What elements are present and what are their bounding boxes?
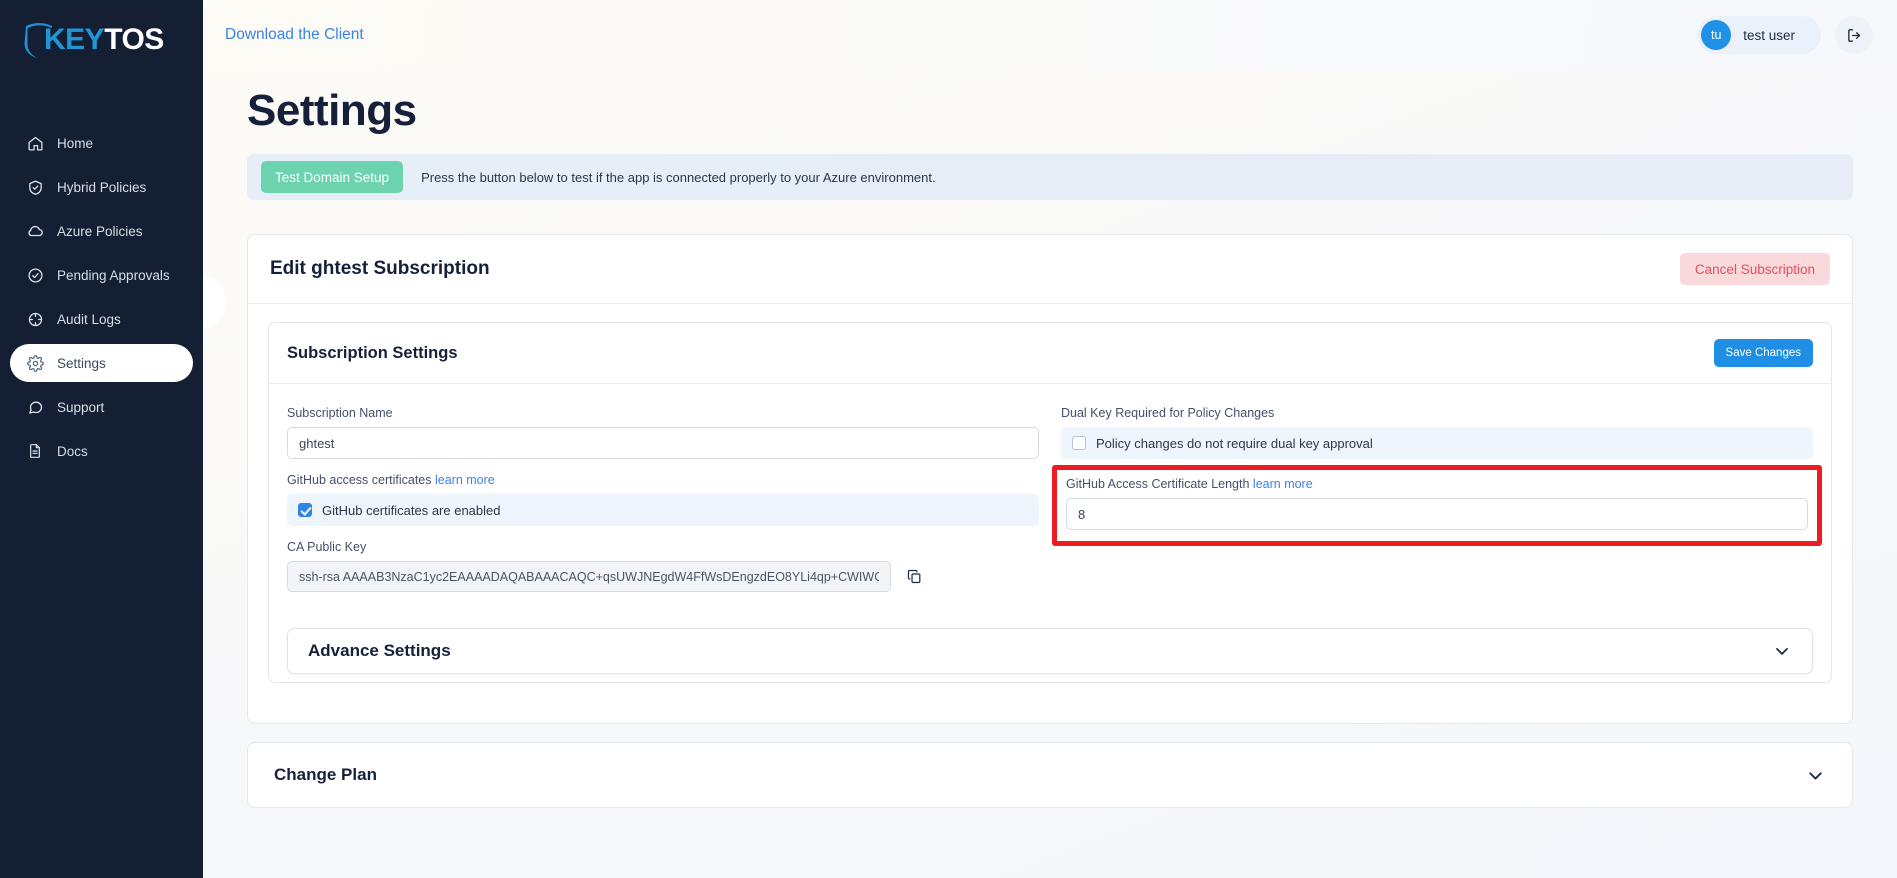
logo-text-key: KEY	[44, 23, 105, 56]
dual-key-checkbox-label: Policy changes do not require dual key a…	[1096, 435, 1373, 451]
ca-public-key-input[interactable]	[287, 561, 891, 592]
subscription-settings-card: Subscription Settings Save Changes Subsc…	[268, 322, 1832, 683]
certificate-length-label-text: GitHub Access Certificate Length	[1066, 477, 1250, 491]
advance-settings-label: Advance Settings	[308, 641, 451, 660]
sidebar: KEYTOS Home Hybrid Policies Azure Polici…	[0, 0, 225, 878]
user-menu[interactable]: tu test user	[1697, 16, 1821, 54]
change-plan-accordion[interactable]: Change Plan	[247, 742, 1853, 808]
chat-bubble-icon	[24, 396, 46, 418]
chevron-down-icon	[1809, 771, 1822, 779]
logout-button[interactable]	[1835, 16, 1873, 54]
form-column-right: Dual Key Required for Policy Changes Pol…	[1052, 406, 1822, 606]
cancel-subscription-button[interactable]: Cancel Subscription	[1679, 253, 1830, 285]
sidebar-item-label: Home	[57, 135, 94, 151]
subscription-name-label: Subscription Name	[287, 406, 393, 420]
subscription-settings-header: Subscription Settings Save Changes	[269, 323, 1831, 384]
gear-icon	[24, 352, 46, 374]
sidebar-item-label: Support	[57, 399, 105, 415]
change-plan-label: Change Plan	[274, 765, 377, 784]
check-circle-icon	[24, 264, 46, 286]
subscription-panel-title: Edit ghtest Subscription	[270, 258, 490, 279]
certificate-length-highlight: GitHub Access Certificate Length learn m…	[1052, 465, 1822, 546]
sidebar-item-audit-logs[interactable]: Audit Logs	[10, 300, 193, 338]
logo-text-tos: TOS	[104, 23, 164, 56]
save-changes-button[interactable]: Save Changes	[1713, 339, 1813, 367]
certificate-length-field: GitHub Access Certificate Length learn m…	[1066, 477, 1808, 530]
github-access-certificates-label-text: GitHub access certificates	[287, 473, 432, 487]
topbar: Download the Client tu test user	[203, 0, 1897, 70]
certificate-length-input[interactable]	[1066, 498, 1808, 530]
subscription-settings-title: Subscription Settings	[287, 343, 458, 362]
github-access-certificates-learn-more-link[interactable]: learn more	[435, 473, 495, 487]
download-client-link[interactable]: Download the Client	[225, 26, 364, 44]
dual-key-checkbox-row[interactable]: Policy changes do not require dual key a…	[1061, 427, 1813, 459]
github-access-certificates-label: GitHub access certificates learn more	[287, 473, 1039, 487]
chevron-down-icon	[1776, 648, 1788, 655]
page-content: Settings Test Domain Setup Press the but…	[203, 70, 1897, 808]
certificate-length-learn-more-link[interactable]: learn more	[1253, 477, 1313, 491]
test-domain-description: Press the button below to test if the ap…	[421, 169, 936, 185]
dual-key-field: Dual Key Required for Policy Changes Pol…	[1061, 406, 1813, 459]
sidebar-item-label: Settings	[57, 355, 106, 371]
subscription-panel: Edit ghtest Subscription Cancel Subscrip…	[247, 234, 1853, 724]
shield-check-icon	[24, 176, 46, 198]
subscription-settings-form: Subscription Name GitHub access certific…	[269, 384, 1831, 614]
user-name: test user	[1743, 27, 1795, 43]
sidebar-item-label: Docs	[57, 443, 88, 459]
home-icon	[24, 132, 46, 154]
github-access-certificates-field: GitHub access certificates learn more Gi…	[287, 473, 1039, 526]
form-column-left: Subscription Name GitHub access certific…	[287, 406, 1039, 606]
test-domain-banner: Test Domain Setup Press the button below…	[247, 154, 1853, 200]
logout-icon	[1847, 28, 1860, 42]
advance-settings-accordion[interactable]: Advance Settings	[287, 628, 1813, 674]
github-certificates-enabled-checkbox[interactable]	[298, 503, 312, 517]
subscription-name-field: Subscription Name	[287, 406, 1039, 459]
sidebar-item-hybrid-policies[interactable]: Hybrid Policies	[10, 168, 193, 206]
audit-circle-icon	[24, 308, 46, 330]
subscription-panel-header: Edit ghtest Subscription Cancel Subscrip…	[248, 235, 1852, 304]
page-title: Settings	[247, 86, 417, 135]
github-certificates-enabled-label: GitHub certificates are enabled	[322, 502, 501, 518]
dual-key-checkbox[interactable]	[1072, 436, 1086, 450]
sidebar-item-label: Pending Approvals	[57, 267, 170, 283]
document-icon	[24, 440, 46, 462]
github-certificates-enabled-row[interactable]: GitHub certificates are enabled	[287, 494, 1039, 526]
sidebar-item-pending-approvals[interactable]: Pending Approvals	[10, 256, 193, 294]
subscription-panel-body: Subscription Settings Save Changes Subsc…	[248, 304, 1852, 723]
avatar: tu	[1701, 20, 1732, 50]
main-area: Download the Client tu test user Setting…	[203, 0, 1897, 878]
sidebar-item-settings[interactable]: Settings	[10, 344, 193, 382]
sidebar-item-azure-policies[interactable]: Azure Policies	[10, 212, 193, 250]
certificate-length-label: GitHub Access Certificate Length learn m…	[1066, 477, 1808, 491]
test-domain-setup-button[interactable]: Test Domain Setup	[261, 161, 404, 193]
sidebar-item-docs[interactable]: Docs	[10, 432, 193, 470]
subscription-name-input[interactable]	[287, 427, 1039, 459]
sidebar-item-label: Hybrid Policies	[57, 179, 147, 195]
cloud-icon	[24, 220, 46, 242]
ca-public-key-row	[287, 561, 1039, 592]
sidebar-item-label: Audit Logs	[57, 311, 121, 327]
ca-public-key-label: CA Public Key	[287, 540, 367, 554]
copy-icon[interactable]	[903, 565, 925, 589]
ca-public-key-field: CA Public Key	[287, 540, 1039, 592]
sidebar-item-home[interactable]: Home	[10, 124, 193, 162]
sidebar-item-support[interactable]: Support	[10, 388, 193, 426]
dual-key-label: Dual Key Required for Policy Changes	[1061, 406, 1275, 420]
app-logo[interactable]: KEYTOS	[0, 0, 203, 72]
sidebar-item-label: Azure Policies	[57, 223, 143, 239]
sidebar-nav: Home Hybrid Policies Azure Policies Pend…	[0, 124, 203, 470]
